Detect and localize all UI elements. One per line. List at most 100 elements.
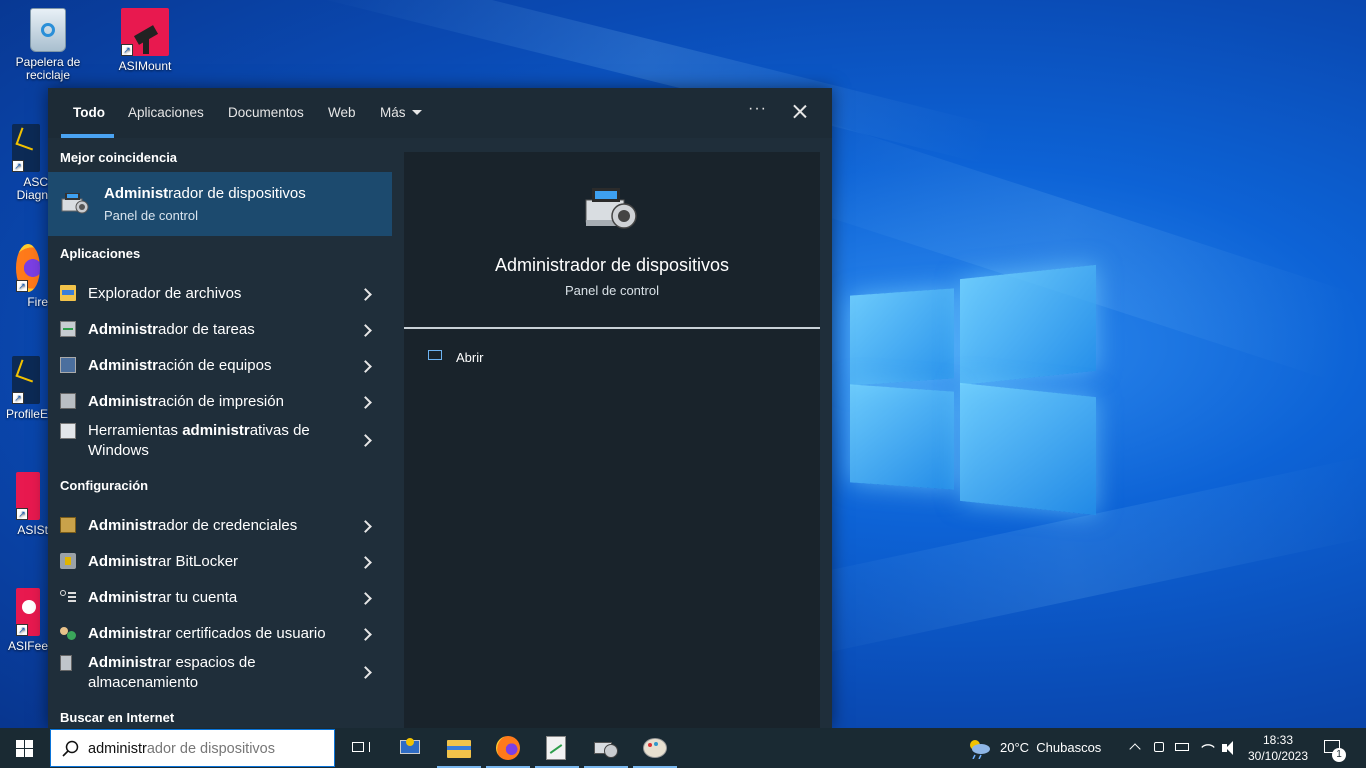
desktop-icon-profile-editor[interactable]: ↗ ProfileE (0, 356, 48, 421)
label-rest: Explorador de archivos (88, 285, 242, 302)
section-best-match: Mejor coincidencia (60, 150, 178, 165)
open-action-label: Abrir (456, 350, 484, 365)
config-item-credential-manager[interactable]: Administrador de credenciales (48, 508, 392, 544)
battery-plug-icon[interactable] (1175, 728, 1193, 768)
search-autocomplete-text: ador de dispositivos (146, 741, 275, 757)
chevron-down-icon (411, 110, 422, 115)
search-query: administrador de dispositivos (88, 741, 275, 757)
label-bold: Administr (88, 517, 159, 534)
best-match-title-bold: Administ (104, 185, 169, 202)
chevron-right-icon[interactable] (359, 666, 372, 679)
tab-documentos[interactable]: Documentos (228, 105, 304, 120)
ellipsis-icon[interactable]: ··· (748, 100, 767, 118)
chevron-right-icon[interactable] (359, 324, 372, 337)
task-view-icon[interactable] (347, 734, 375, 762)
label-rest: ación de impresión (158, 393, 284, 410)
start-button[interactable] (0, 728, 48, 768)
spreadsheet-app-icon[interactable] (535, 734, 579, 768)
volume-icon[interactable] (1221, 728, 1239, 768)
label-bold: Administr (88, 625, 159, 642)
asi-feedback-icon: ↗ (16, 588, 40, 636)
wifi-icon[interactable] (1200, 728, 1216, 768)
notification-center-button[interactable]: 1 (1322, 728, 1352, 768)
chevron-right-icon[interactable] (359, 396, 372, 409)
telescope-mount-icon: ↗ (121, 8, 169, 56)
label-bold: Administr (88, 357, 159, 374)
config-item-bitlocker[interactable]: Administrar BitLocker (48, 544, 392, 580)
notification-badge: 1 (1332, 748, 1346, 762)
desktop-icon-asimount[interactable]: ↗ ASIMount (100, 8, 190, 73)
network-connections-app-icon[interactable] (396, 734, 424, 762)
label-bold: Administr (88, 393, 159, 410)
search-panel: Todo Aplicaciones Documentos Web Más ···… (48, 88, 832, 728)
chevron-right-icon[interactable] (359, 434, 372, 447)
config-item-account[interactable]: Administrar tu cuenta (48, 580, 392, 616)
chevron-right-icon[interactable] (359, 360, 372, 373)
close-icon[interactable] (788, 100, 812, 124)
chevron-right-icon[interactable] (359, 592, 372, 605)
label-rest: ación de equipos (158, 357, 272, 374)
paint-app-icon[interactable] (633, 734, 677, 768)
chevron-up-icon[interactable] (1128, 728, 1142, 768)
config-item-certificates[interactable]: Administrar certificados de usuario (48, 616, 392, 652)
asistudio-icon: ↗ (16, 472, 40, 520)
firefox-icon: ↗ (16, 244, 40, 292)
section-web: Buscar en Internet (60, 710, 175, 725)
search-icon (62, 740, 79, 757)
preview-title: Administrador de dispositivos (494, 255, 730, 275)
label-rest: ador de tareas (158, 321, 255, 338)
app-item-task-manager[interactable]: Administrador de tareas (48, 312, 392, 348)
best-match-title: Administrador de dispositivos (104, 185, 306, 202)
app-item-admin-tools[interactable]: Herramientas administrativas de Windows (48, 420, 392, 466)
task-manager-icon (60, 321, 76, 337)
chevron-right-icon[interactable] (359, 628, 372, 641)
app-item-print-management[interactable]: Administración de impresión (48, 384, 392, 420)
section-apps: Aplicaciones (60, 246, 141, 261)
computer-management-icon (60, 357, 76, 373)
desktop-icon-asi-feedback[interactable]: ↗ ASIFee (0, 588, 48, 653)
taskbar-search-input[interactable]: administrador de dispositivos (50, 729, 335, 767)
label-bold: administr (182, 422, 250, 439)
chevron-right-icon[interactable] (359, 520, 372, 533)
device-manager-taskbar-icon[interactable] (584, 734, 628, 768)
admin-tools-icon (60, 423, 76, 439)
file-explorer-taskbar-icon[interactable] (437, 734, 481, 768)
meet-now-icon[interactable] (1152, 728, 1168, 768)
device-manager-icon (585, 188, 637, 229)
preview-divider (404, 327, 820, 329)
label-rest: ador de credenciales (158, 517, 298, 534)
desktop-icon-asc-diagnostics[interactable]: ↗ ASC Diagn (0, 124, 48, 202)
config-item-label: Administrar tu cuenta (88, 588, 328, 608)
chevron-right-icon[interactable] (359, 556, 372, 569)
certificate-icon (60, 625, 76, 641)
desktop-icon-asistudio[interactable]: ↗ ASISt (0, 472, 48, 537)
app-item-label: Administrador de tareas (88, 320, 328, 340)
config-item-storage-spaces[interactable]: Administrar espacios de almacenamiento (48, 652, 392, 698)
file-explorer-icon (60, 285, 76, 301)
clock-time: 18:33 (1262, 733, 1294, 747)
label-bold: Administr (88, 553, 159, 570)
tab-aplicaciones[interactable]: Aplicaciones (128, 105, 204, 120)
bitlocker-icon (60, 553, 76, 569)
open-icon (428, 350, 442, 360)
label-bold: Administr (88, 654, 159, 671)
profile-editor-icon: ↗ (12, 356, 40, 404)
app-item-computer-management[interactable]: Administración de equipos (48, 348, 392, 384)
desktop-icon-recycle-bin[interactable]: Papelera de reciclaje (3, 8, 93, 82)
config-item-label: Administrar certificados de usuario (88, 624, 328, 644)
tab-mas[interactable]: Más (380, 105, 422, 120)
best-match-item[interactable]: Administrador de dispositivos Panel de c… (48, 172, 392, 236)
storage-spaces-icon (60, 655, 72, 671)
system-clock[interactable]: 18:33 30/10/2023 (1240, 732, 1316, 764)
results-list: Mejor coincidencia Administrador de disp… (48, 138, 392, 728)
firefox-taskbar-icon[interactable] (486, 734, 530, 768)
app-item-file-explorer[interactable]: Explorador de archivos (48, 276, 392, 312)
tab-todo[interactable]: Todo (73, 105, 105, 120)
weather-text: 20°C Chubascos (1000, 740, 1102, 755)
asc-diagnostics-icon: ↗ (12, 124, 40, 172)
print-management-icon (60, 393, 76, 409)
tab-web[interactable]: Web (328, 105, 356, 120)
best-match-title-rest: rador de dispositivos (168, 185, 306, 202)
desktop-icon-firefox[interactable]: ↗ Fire (0, 244, 48, 309)
chevron-right-icon[interactable] (359, 288, 372, 301)
